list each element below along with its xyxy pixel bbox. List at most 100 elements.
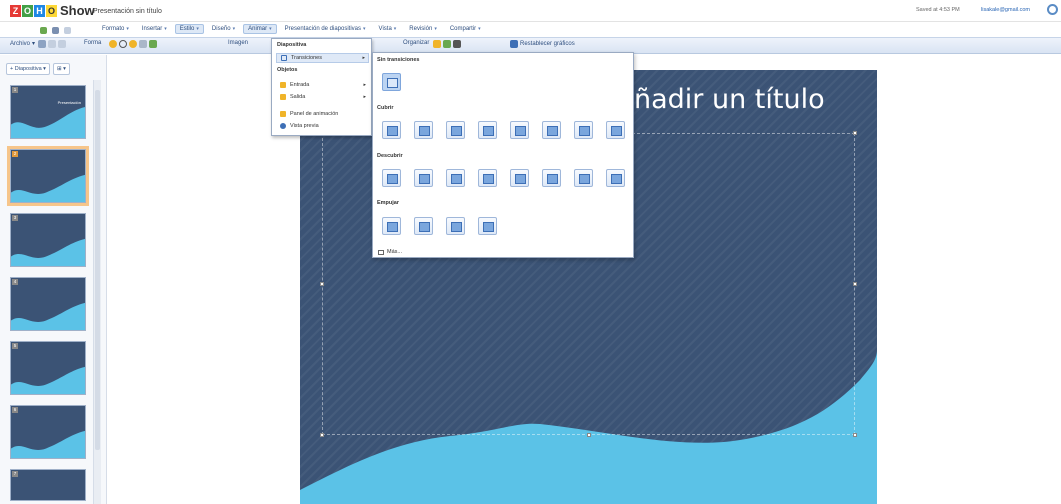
cut-copy-paste	[38, 40, 66, 48]
chevron-right-icon: ▸	[363, 94, 366, 100]
cut-icon[interactable]	[38, 40, 46, 48]
image-label: Imagen	[228, 40, 249, 46]
uncover-transition-tile[interactable]	[606, 169, 625, 187]
cover-transition-tile[interactable]	[510, 121, 529, 139]
chevron-down-icon: ▾	[434, 26, 437, 32]
push-transition-tile[interactable]	[478, 217, 497, 235]
add-slide-button[interactable]: + Diapositiva ▾	[6, 63, 50, 75]
slide-thumbnail-5[interactable]: 5	[10, 341, 86, 395]
slide-title[interactable]: ñadir un título	[634, 84, 825, 115]
menu-insert[interactable]: Insertar ▾	[137, 24, 172, 34]
section-uncover: Descubrir	[377, 153, 403, 159]
push-transition-tile[interactable]	[382, 217, 401, 235]
copy-icon[interactable]	[48, 40, 56, 48]
file-button[interactable]: Archivo ▾	[10, 40, 36, 48]
menu-item-entrance[interactable]: Entrada ▸	[276, 80, 369, 90]
align-icon[interactable]	[433, 40, 441, 48]
resize-handle[interactable]	[587, 433, 591, 437]
cover-transition-tile[interactable]	[478, 121, 497, 139]
outline-icon[interactable]	[119, 40, 127, 48]
save-icon[interactable]	[40, 27, 47, 34]
cover-transition-tile[interactable]	[542, 121, 561, 139]
more-transitions-link[interactable]: Más...	[378, 249, 402, 255]
exit-icon	[280, 94, 286, 100]
uncover-transition-tile[interactable]	[510, 169, 529, 187]
file-label: Archivo	[10, 40, 31, 47]
menu-item-label: Salida	[290, 94, 306, 100]
logo-letter: O	[46, 5, 57, 17]
menu-share[interactable]: Compartir ▾	[445, 24, 486, 34]
arrange-label: Organizar	[403, 40, 430, 46]
redo-icon[interactable]	[64, 27, 71, 34]
menu-animate[interactable]: Animar ▾	[243, 24, 277, 34]
slide-thumbnail-3[interactable]: 3	[10, 213, 86, 267]
menu-format[interactable]: Formato ▾	[97, 24, 134, 34]
push-transition-tile[interactable]	[446, 217, 465, 235]
cover-transition-tile[interactable]	[382, 121, 401, 139]
image-button[interactable]: Imagen	[228, 40, 248, 46]
reset-graphics-button[interactable]: Restablecer gráficos	[510, 40, 575, 48]
group-icon[interactable]	[443, 40, 451, 48]
chevron-down-icon: ▾	[393, 26, 397, 32]
animation-panel-icon	[280, 111, 286, 117]
slide-panel-scrollbar[interactable]	[93, 80, 101, 504]
chevron-down-icon: ▾	[32, 41, 36, 47]
menu-label: Insertar	[141, 26, 163, 32]
menu-item-preview[interactable]: Vista previa	[276, 121, 369, 131]
chevron-down-icon: ▾	[478, 26, 481, 32]
menu-style[interactable]: Estilo ▾	[174, 24, 204, 34]
text-color-icon[interactable]	[453, 40, 461, 48]
zoho-logo[interactable]: Z O H O	[10, 5, 57, 17]
connector-icon[interactable]	[149, 40, 157, 48]
effects-icon[interactable]	[139, 40, 147, 48]
slide-thumbnail-4[interactable]: 4	[10, 277, 86, 331]
cover-transition-tile[interactable]	[606, 121, 625, 139]
scrollbar-thumb[interactable]	[95, 90, 100, 450]
section-no-transitions: Sin transiciones	[377, 57, 420, 63]
menu-item-exit[interactable]: Salida ▸	[276, 92, 369, 102]
user-account[interactable]: lisakale@gmail.com	[981, 7, 1030, 13]
menu-item-animation-panel[interactable]: Panel de animación	[276, 109, 369, 119]
arrange-button[interactable]: Organizar	[403, 40, 429, 46]
slide-options-button[interactable]: ⊞ ▾	[52, 63, 70, 75]
slide-number: 6	[12, 407, 18, 413]
slide-thumbnail-6[interactable]: 6	[10, 405, 86, 459]
fill-color-icon[interactable]	[109, 40, 117, 48]
cover-transition-tile[interactable]	[414, 121, 433, 139]
slide-thumbnail-7[interactable]: 7	[10, 469, 86, 501]
resize-handle[interactable]	[853, 282, 857, 286]
section-push: Empujar	[377, 200, 400, 206]
quick-access-toolbar	[40, 27, 71, 34]
slide-thumbnail-1[interactable]: 1 Presentación	[10, 85, 86, 139]
menu-view[interactable]: Vista ▾	[374, 24, 402, 34]
menu-item-transitions[interactable]: Transiciones ▸	[276, 53, 369, 63]
slide-thumbnail-2[interactable]: 2	[7, 146, 89, 206]
cover-transition-tile[interactable]	[574, 121, 593, 139]
menu-review[interactable]: Revisión ▾	[404, 24, 442, 34]
shape-button[interactable]: Forma	[84, 40, 101, 46]
paste-icon[interactable]	[58, 40, 66, 48]
smiley-icon[interactable]	[129, 40, 137, 48]
transition-none-tile[interactable]	[382, 73, 401, 91]
menu-design[interactable]: Diseño ▾	[207, 24, 240, 34]
uncover-transition-tile[interactable]	[542, 169, 561, 187]
chevron-down-icon: ▾	[164, 26, 167, 32]
reset-label: Restablecer gráficos	[520, 41, 575, 47]
gear-icon[interactable]	[1047, 4, 1058, 15]
resize-handle[interactable]	[320, 433, 324, 437]
uncover-transition-tile[interactable]	[414, 169, 433, 187]
undo-icon[interactable]	[52, 27, 59, 34]
push-transition-tile[interactable]	[414, 217, 433, 235]
uncover-transition-tile[interactable]	[478, 169, 497, 187]
uncover-transition-tile[interactable]	[574, 169, 593, 187]
resize-handle[interactable]	[853, 131, 857, 135]
resize-handle[interactable]	[853, 433, 857, 437]
uncover-transition-tile[interactable]	[382, 169, 401, 187]
cover-transition-tile[interactable]	[446, 121, 465, 139]
menu-slideshow[interactable]: Presentación de diapositivas ▾	[280, 24, 371, 34]
chevron-right-icon: ▸	[362, 55, 365, 61]
resize-handle[interactable]	[320, 282, 324, 286]
uncover-transition-tile[interactable]	[446, 169, 465, 187]
document-title[interactable]: Presentación sin título	[93, 8, 162, 15]
slide-number: 7	[12, 471, 18, 477]
